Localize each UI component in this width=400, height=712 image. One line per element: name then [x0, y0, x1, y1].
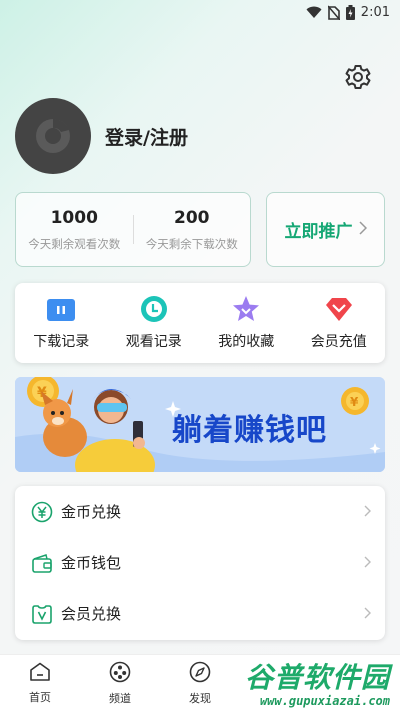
vip-recharge-icon — [325, 295, 353, 323]
nav-item-home[interactable]: 首页 — [0, 655, 80, 712]
no-sim-icon — [327, 5, 340, 20]
chevron-right-icon — [358, 220, 367, 240]
promo-banner[interactable]: ¥ ¥ 躺着赚钱吧 — [15, 377, 385, 472]
menu-item-coin-exchange[interactable]: 金币兑换 — [15, 486, 385, 537]
stat-label: 今天剩余下载次数 — [145, 236, 238, 251]
menu-item-coin-wallet[interactable]: 金币钱包 — [15, 537, 385, 588]
watermark: 谷普软件园 www.gupuxiazai.com — [226, 654, 394, 710]
stats-card: 1000 今天剩余观看次数 200 今天剩余下载次数 — [15, 192, 251, 267]
avatar[interactable] — [15, 98, 91, 174]
favorites-button[interactable]: 我的收藏 — [200, 283, 293, 363]
home-icon — [29, 662, 51, 686]
channel-icon — [109, 661, 131, 687]
wifi-icon — [306, 5, 322, 19]
download-count-stat: 200 今天剩余下载次数 — [134, 193, 251, 266]
menu-label: 金币钱包 — [61, 554, 122, 572]
download-record-icon — [47, 295, 76, 323]
nav-label: 发现 — [189, 692, 211, 705]
vip-recharge-button[interactable]: 会员充值 — [293, 283, 386, 363]
stat-value: 200 — [174, 207, 210, 228]
discover-icon — [189, 661, 211, 687]
watch-history-icon — [140, 295, 168, 323]
promote-label: 立即推广 — [284, 222, 353, 242]
download-record-button[interactable]: 下载记录 — [15, 283, 108, 363]
vip-exchange-icon — [31, 603, 53, 625]
stat-label: 今天剩余观看次数 — [28, 236, 121, 251]
chevron-right-icon — [364, 553, 371, 572]
battery-icon — [345, 4, 355, 20]
menu-item-vip-exchange[interactable]: 会员兑换 — [15, 588, 385, 639]
chevron-right-icon — [364, 604, 371, 623]
quick-label: 我的收藏 — [218, 334, 275, 350]
nav-label: 首页 — [29, 691, 51, 704]
quick-label: 下载记录 — [33, 334, 90, 350]
watch-history-button[interactable]: 观看记录 — [108, 283, 201, 363]
clock: 2:01 — [360, 4, 390, 20]
menu-label: 金币兑换 — [61, 503, 122, 521]
chevron-right-icon — [364, 502, 371, 521]
quick-label: 观看记录 — [125, 334, 182, 350]
stat-value: 1000 — [50, 207, 98, 228]
favorites-icon — [232, 295, 260, 323]
coin-exchange-icon — [31, 501, 53, 523]
quick-actions: 下载记录 观看记录 我的收藏 会员充值 — [15, 283, 385, 363]
watch-count-stat: 1000 今天剩余观看次数 — [16, 193, 133, 266]
quick-label: 会员充值 — [310, 334, 367, 350]
promote-button[interactable]: 立即推广 — [266, 192, 385, 267]
menu-label: 会员兑换 — [61, 605, 122, 623]
profile-header[interactable]: 登录/注册 — [15, 98, 188, 174]
wallet-menu: 金币兑换 金币钱包 会员兑换 — [15, 486, 385, 640]
svg-text:¥: ¥ — [350, 395, 359, 409]
banner-title: 躺着赚钱吧 — [172, 413, 327, 448]
gear-icon[interactable] — [344, 63, 372, 91]
coin-wallet-icon — [31, 552, 53, 574]
status-bar: 2:01 — [0, 0, 400, 24]
nav-item-channel[interactable]: 频道 — [80, 655, 160, 712]
watermark-title: 谷普软件园 — [244, 661, 390, 694]
nav-label: 频道 — [109, 692, 131, 705]
watermark-url: www.gupuxiazai.com — [259, 694, 390, 708]
login-register-link[interactable]: 登录/注册 — [105, 123, 188, 150]
